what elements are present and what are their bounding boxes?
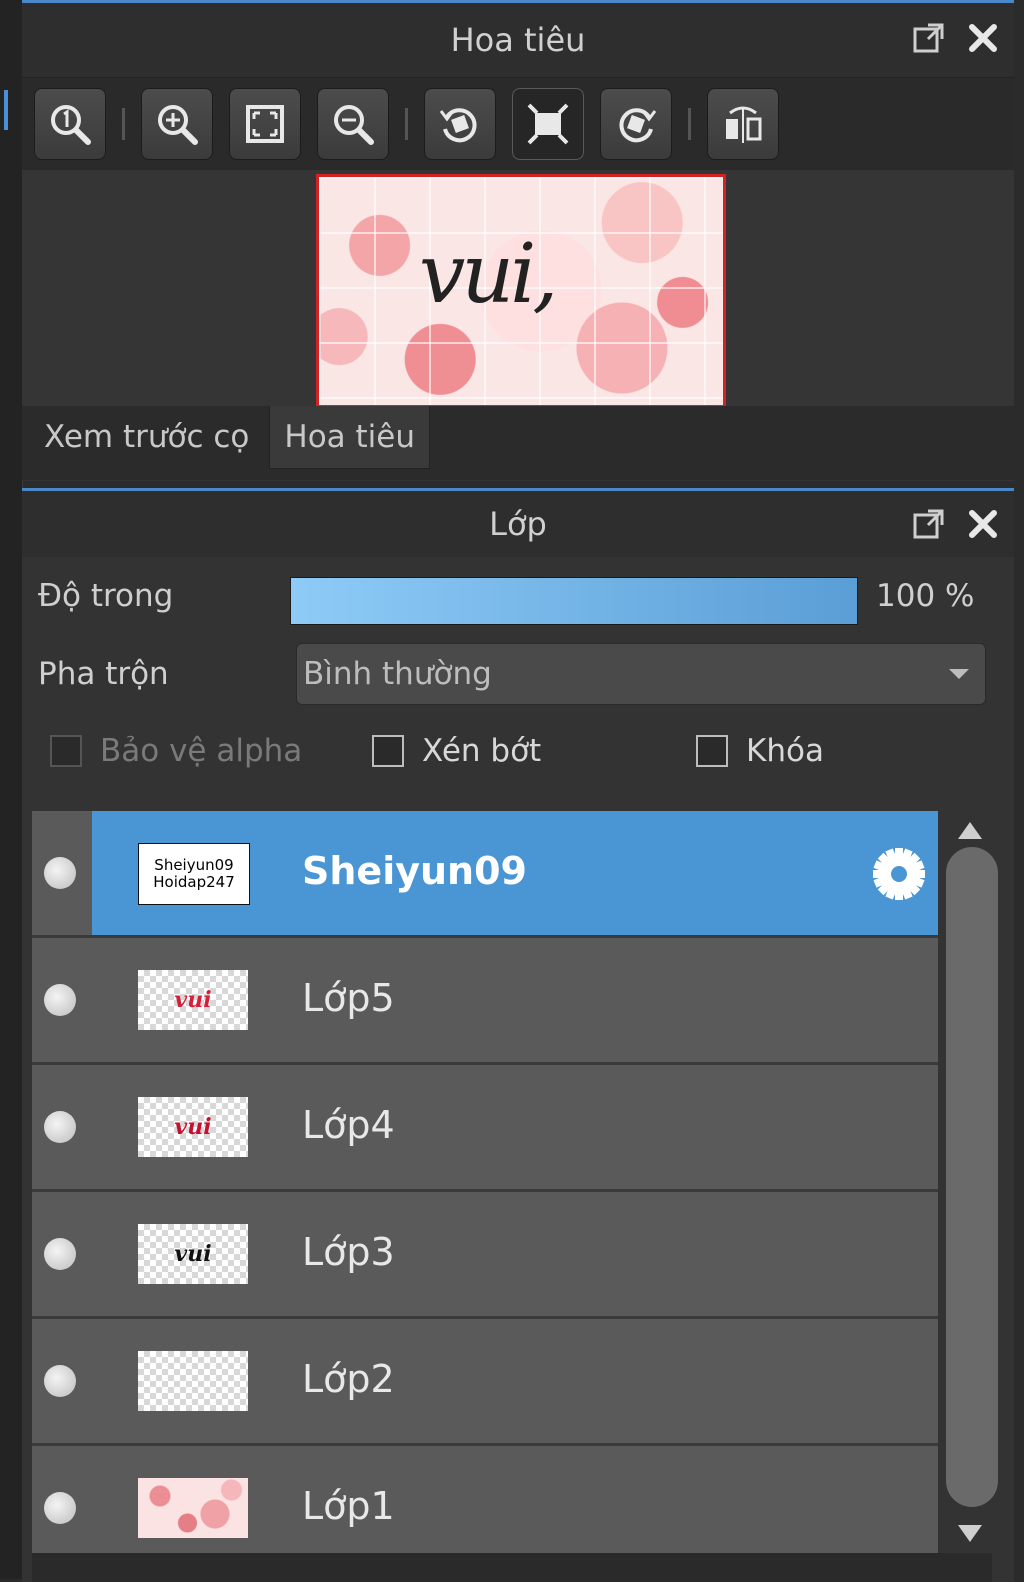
clipping-checkbox[interactable]: Xén bớt <box>372 733 541 769</box>
layer-row[interactable]: vui Lớp4 <box>32 1065 938 1192</box>
visibility-toggle-icon[interactable] <box>44 857 76 889</box>
zoom-out-button[interactable] <box>317 88 389 160</box>
layer-thumbnail: vui <box>138 1224 248 1284</box>
opacity-slider[interactable] <box>290 577 858 625</box>
layer-list: Sheiyun09 Hoidap247 Sheiyun09 vui Lớp5 vui Lớp… <box>32 811 938 1582</box>
left-dock-strip <box>0 0 23 1579</box>
rotate-left-icon <box>439 108 477 143</box>
layer-thumbnail-text: vui <box>174 1114 212 1140</box>
layer-name: Lớp4 <box>302 1103 395 1147</box>
opacity-slider-fill <box>291 578 857 624</box>
gear-icon[interactable] <box>870 845 928 903</box>
tab-brush-preview[interactable]: Xem trước cọ <box>30 406 263 468</box>
rotate-right-button[interactable] <box>600 88 672 160</box>
blend-mode-value: Bình thường <box>303 656 492 692</box>
close-icon[interactable] <box>966 21 1000 55</box>
lock-checkbox[interactable]: Khóa <box>696 733 824 769</box>
canvas-thumbnail[interactable]: vui, <box>316 174 726 408</box>
visibility-toggle-icon[interactable] <box>44 1365 76 1397</box>
fit-to-window-button[interactable] <box>229 88 301 160</box>
layer-row[interactable]: vui Lớp5 <box>32 938 938 1065</box>
navigator-tabs: Xem trước cọ Hoa tiêu <box>22 406 1014 480</box>
opacity-value: 100 % <box>876 578 975 614</box>
close-icon[interactable] <box>966 507 1000 541</box>
layer-row[interactable]: Lớp2 <box>32 1319 938 1446</box>
fit-canvas-button[interactable] <box>512 88 584 160</box>
zoom-out-icon <box>334 105 374 145</box>
layer-list-scrollbar[interactable] <box>942 811 1000 1551</box>
fit-window-icon <box>246 105 284 143</box>
scroll-up-icon[interactable] <box>956 819 984 841</box>
layer-panel-footer <box>32 1553 992 1582</box>
undock-icon[interactable] <box>912 21 946 55</box>
toolbar-separator <box>688 108 691 140</box>
navigator-preview-area[interactable]: vui, <box>22 170 1014 408</box>
dock-marker <box>4 90 8 130</box>
navigator-toolbar <box>22 77 1014 170</box>
navigator-titlebar: Hoa tiêu <box>22 3 1014 77</box>
blend-row: Pha trộn Bình thường <box>22 635 1014 713</box>
clipping-label: Xén bớt <box>422 733 542 769</box>
tab-navigator[interactable]: Hoa tiêu <box>269 406 431 469</box>
navigator-panel: Hoa tiêu vui, Xem trước cọ Hoa tiêu <box>22 0 1014 481</box>
rotate-right-icon <box>619 108 657 143</box>
navigator-title: Hoa tiêu <box>450 21 586 59</box>
layer-thumbnail <box>138 1351 248 1411</box>
lock-label: Khóa <box>746 733 824 769</box>
scrollbar-thumb[interactable] <box>946 847 998 1507</box>
scroll-down-icon[interactable] <box>956 1523 984 1545</box>
flip-icon <box>726 106 762 143</box>
toolbar-separator <box>405 108 408 140</box>
flip-horizontal-button[interactable] <box>707 88 779 160</box>
layer-name: Lớp5 <box>302 976 395 1020</box>
layers-panel: Lớp Độ trong 100 % Pha trộn Bình thường <box>22 488 1014 1582</box>
protect-alpha-box <box>50 735 82 767</box>
layer-name: Lớp1 <box>302 1484 395 1528</box>
zoom-in-button[interactable] <box>141 88 213 160</box>
layer-thumbnail: vui <box>138 970 248 1030</box>
layers-titlebar: Lớp <box>22 491 1014 557</box>
layer-thumbnail-text: vui <box>174 987 212 1013</box>
layer-row[interactable]: vui Lớp3 <box>32 1192 938 1319</box>
layers-title: Lớp <box>489 505 547 543</box>
lock-box <box>696 735 728 767</box>
canvas-thumbnail-text: vui, <box>419 227 558 322</box>
undock-icon[interactable] <box>912 507 946 541</box>
blend-label: Pha trộn <box>38 656 169 692</box>
layer-name: Sheiyun09 <box>302 849 527 893</box>
chevron-down-icon <box>949 669 969 679</box>
opacity-row: Độ trong 100 % <box>22 557 1014 635</box>
layer-thumbnail-text: Sheiyun09 <box>154 856 234 874</box>
toolbar-separator <box>122 108 125 140</box>
layer-options-row: Bảo vệ alpha Xén bớt Khóa <box>22 713 1014 797</box>
layer-name: Lớp2 <box>302 1357 395 1401</box>
blend-mode-select[interactable]: Bình thường <box>296 643 986 705</box>
fit-canvas-icon <box>527 103 569 145</box>
layer-thumbnail-text: vui <box>174 1241 212 1267</box>
visibility-toggle-icon[interactable] <box>44 984 76 1016</box>
zoom-actual-icon <box>51 105 91 145</box>
layer-thumbnail: Sheiyun09 Hoidap247 <box>138 843 250 905</box>
layer-thumbnail-text: Hoidap247 <box>153 873 235 891</box>
zoom-actual-size-button[interactable] <box>34 88 106 160</box>
layer-name: Lớp3 <box>302 1230 395 1274</box>
visibility-toggle-icon[interactable] <box>44 1492 76 1524</box>
clipping-box <box>372 735 404 767</box>
layer-thumbnail: vui <box>138 1097 248 1157</box>
protect-alpha-label: Bảo vệ alpha <box>100 733 303 769</box>
zoom-in-icon <box>158 105 198 145</box>
opacity-label: Độ trong <box>38 578 174 614</box>
rotate-left-button[interactable] <box>424 88 496 160</box>
layer-thumbnail <box>138 1478 248 1538</box>
protect-alpha-checkbox[interactable]: Bảo vệ alpha <box>50 733 302 769</box>
layer-row[interactable]: Sheiyun09 Hoidap247 Sheiyun09 <box>32 811 938 938</box>
visibility-toggle-icon[interactable] <box>44 1111 76 1143</box>
visibility-toggle-icon[interactable] <box>44 1238 76 1270</box>
